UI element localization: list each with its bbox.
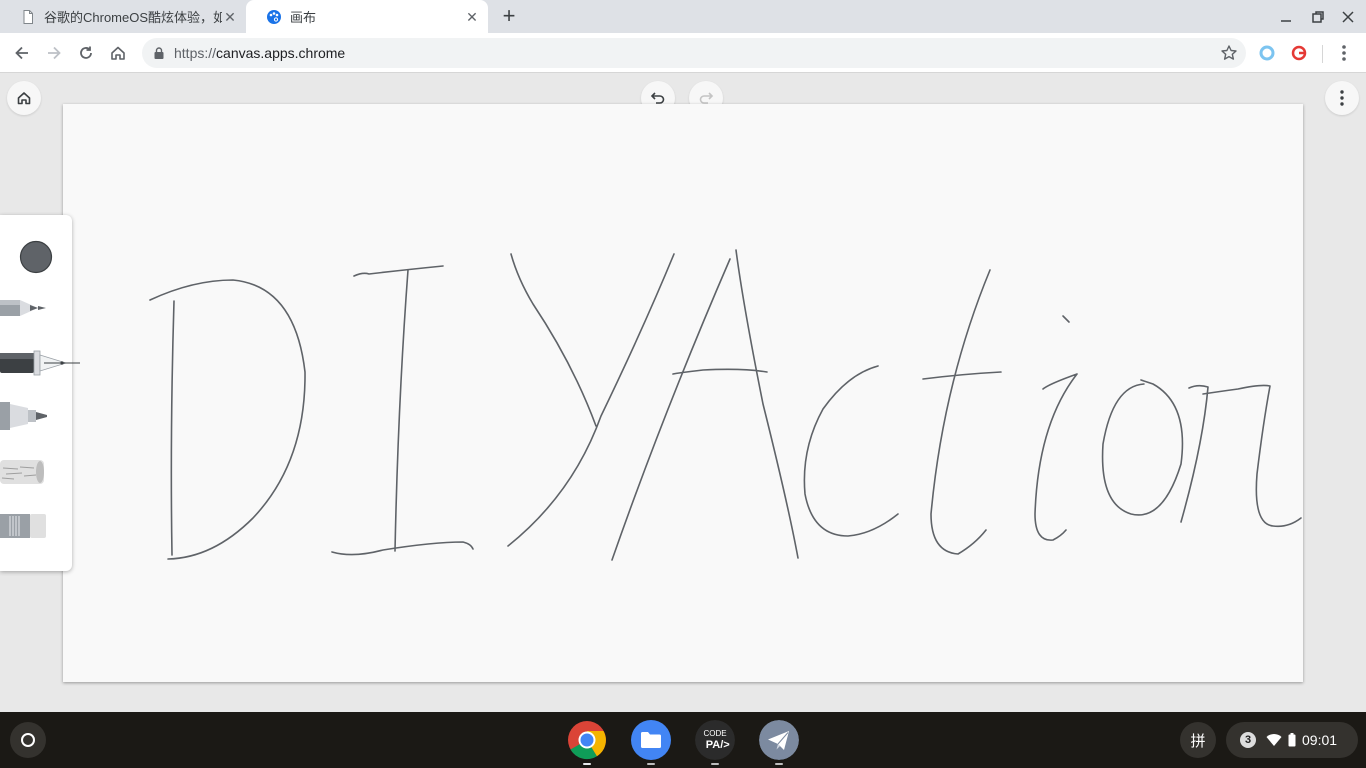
extension-grammar-icon[interactable] — [1290, 44, 1308, 62]
app-home-button[interactable] — [7, 81, 41, 115]
stroke-a — [611, 258, 731, 561]
tab-title: 谷歌的ChromeOS酷炫体验，如 — [44, 10, 222, 25]
pencil-tool-icon[interactable] — [0, 297, 50, 319]
browser-menu-button[interactable] — [1333, 42, 1355, 64]
battery-icon — [1288, 733, 1296, 747]
stroke-c — [803, 365, 899, 537]
clock-text: 09:01 — [1302, 732, 1338, 748]
browser-toolbar: https://canvas.apps.chrome — [0, 33, 1366, 73]
running-indicator — [583, 763, 591, 765]
forward-button[interactable] — [42, 41, 66, 65]
canvas-app — [0, 74, 1366, 712]
eraser-tool-icon[interactable] — [0, 513, 48, 539]
url-text: https://canvas.apps.chrome — [174, 45, 345, 61]
input-method-button[interactable]: 拼 — [1180, 722, 1216, 758]
stroke-o — [1101, 379, 1184, 516]
tool-palette — [0, 215, 80, 571]
stroke-i — [394, 269, 409, 552]
running-indicator — [711, 763, 719, 765]
shelf: CODE PA /> 拼 3 09:01 — [0, 712, 1366, 768]
svg-text:PA: PA — [706, 739, 721, 751]
back-button[interactable] — [10, 41, 34, 65]
launcher-button[interactable] — [10, 722, 46, 758]
folder-icon — [641, 732, 661, 748]
stroke-y — [507, 253, 675, 547]
stroke-i2-dot — [1062, 315, 1070, 323]
home-icon — [17, 92, 31, 105]
stroke-y — [510, 253, 597, 427]
minimize-icon[interactable] — [1277, 8, 1295, 26]
status-tray[interactable]: 3 09:01 — [1226, 722, 1358, 758]
new-tab-button[interactable]: + — [498, 5, 520, 28]
launcher-circle-icon — [21, 733, 35, 747]
stroke-a — [672, 368, 768, 375]
star-icon[interactable] — [1220, 44, 1238, 62]
url-scheme: https:// — [174, 45, 217, 61]
telegram-app-icon[interactable] — [759, 720, 799, 760]
canvas-menu-button[interactable] — [1325, 81, 1359, 115]
stroke-a — [735, 249, 799, 559]
stroke-n — [1180, 384, 1209, 523]
stroke-d — [170, 300, 175, 556]
stroke-n — [1202, 384, 1302, 528]
toolbar-separator — [1322, 45, 1323, 63]
running-indicator — [775, 763, 783, 765]
close-icon[interactable]: ✕ — [222, 9, 238, 25]
stroke-i — [331, 541, 474, 556]
reload-icon — [80, 46, 92, 59]
stroke-t — [930, 269, 991, 555]
tab-strip: 谷歌的ChromeOS酷炫体验，如 ✕ 画布 ✕ + — [0, 0, 1366, 33]
reload-button[interactable] — [74, 41, 98, 65]
running-indicator — [647, 763, 655, 765]
extension-circle-icon[interactable] — [1258, 44, 1276, 62]
tab-canvas[interactable]: 画布 ✕ — [246, 0, 488, 33]
more-vert-icon — [1342, 45, 1346, 61]
svg-text:CODE: CODE — [703, 729, 726, 738]
stroke-t — [922, 371, 1002, 380]
color-swatch-button[interactable] — [18, 239, 54, 275]
arrow-left-icon — [15, 46, 28, 60]
chalk-tool-icon[interactable] — [0, 459, 48, 485]
arrow-right-icon — [48, 46, 61, 60]
fountain-pen-tool-icon[interactable] — [0, 349, 82, 379]
url-host: canvas.apps.chrome — [216, 45, 346, 61]
stroke-i2 — [1034, 373, 1078, 541]
restore-icon[interactable] — [1309, 8, 1327, 26]
address-bar[interactable]: https://canvas.apps.chrome — [142, 38, 1246, 68]
files-app-icon[interactable] — [631, 720, 671, 760]
stroke-i — [353, 265, 444, 277]
palette-icon — [267, 9, 281, 24]
document-icon — [23, 9, 33, 24]
lock-icon — [154, 47, 164, 59]
close-icon[interactable]: ✕ — [464, 9, 480, 25]
home-icon — [111, 46, 125, 60]
marker-tool-icon[interactable] — [0, 399, 50, 433]
drawing-canvas[interactable] — [63, 104, 1303, 682]
code-pa-app-icon[interactable]: CODE PA /> — [695, 720, 735, 760]
svg-text:/>: /> — [720, 739, 729, 751]
more-vert-icon — [1340, 90, 1344, 106]
tab-article[interactable]: 谷歌的ChromeOS酷炫体验，如 ✕ — [0, 0, 246, 33]
handwriting-strokes — [149, 249, 1302, 561]
close-window-icon[interactable] — [1339, 8, 1357, 26]
wifi-icon — [1266, 734, 1282, 746]
notification-count-badge: 3 — [1240, 732, 1256, 748]
chrome-app-icon[interactable] — [567, 720, 607, 760]
tab-title: 画布 — [290, 10, 317, 25]
home-button[interactable] — [106, 41, 130, 65]
